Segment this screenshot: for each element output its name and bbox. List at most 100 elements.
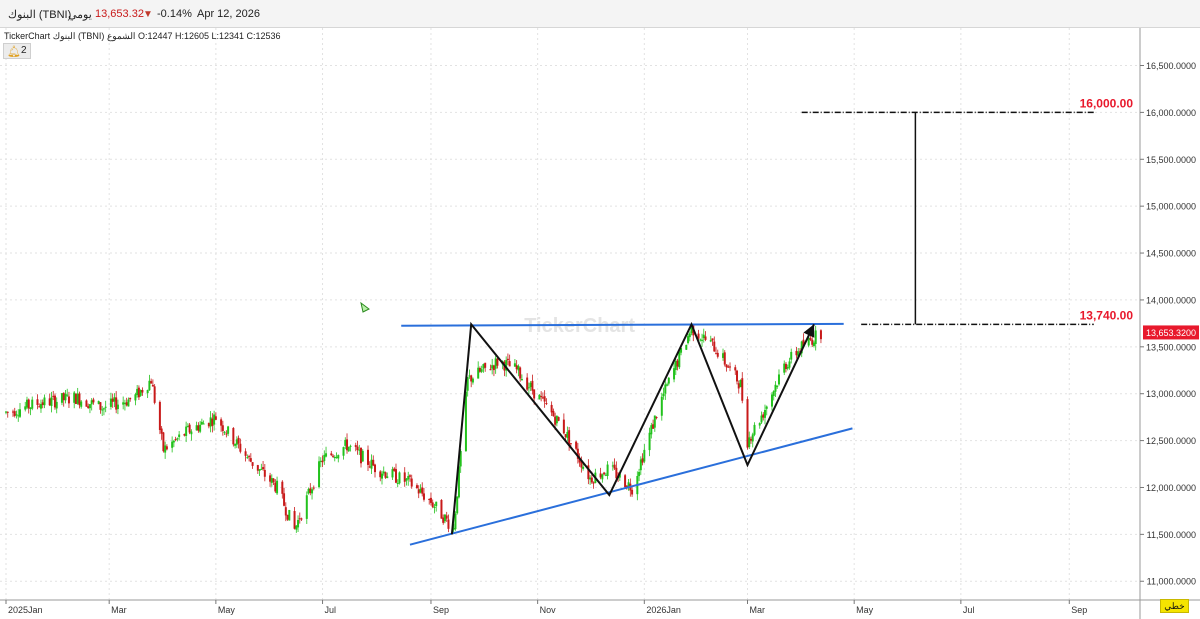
candle-body [601, 474, 604, 480]
candle-body [207, 423, 210, 427]
candle-body [520, 379, 523, 381]
candle-body [440, 499, 443, 519]
candle-body [67, 396, 70, 404]
candle-body [99, 402, 102, 410]
candle-body [31, 399, 34, 409]
candle-body [725, 364, 728, 368]
chart-style-button[interactable]: خطي [1160, 599, 1189, 613]
candle-body [188, 424, 191, 433]
x-tick-label: Nov [540, 605, 557, 615]
candle-body [321, 460, 324, 463]
candle-body [333, 456, 336, 459]
candle-body [666, 384, 669, 386]
candle-body [429, 497, 432, 503]
candle-body [431, 502, 434, 508]
candle-body [227, 426, 230, 434]
candle-body [80, 401, 83, 407]
candle-body [115, 397, 118, 410]
candle-body [421, 487, 424, 494]
candle-body [776, 385, 779, 387]
candlestick-chart[interactable]: TickerChart 16,000.0013,740.00 11,000.00… [0, 28, 1200, 619]
candle-body [330, 453, 333, 456]
candle-body [139, 389, 142, 396]
candle-body [569, 443, 572, 445]
candle-body [774, 384, 777, 392]
resistance-trendline [401, 322, 844, 327]
candle-body [709, 340, 712, 342]
candle-body [258, 469, 261, 471]
candle-body [631, 489, 634, 495]
candle-body [18, 409, 21, 417]
candle-body [15, 414, 18, 416]
candle-body [391, 469, 394, 478]
candle-body [384, 472, 387, 478]
period-label[interactable]: يومي [68, 8, 92, 21]
candle-body [566, 431, 569, 438]
candle-body [66, 394, 69, 396]
candle-body [172, 440, 175, 443]
x-tick-label: Jul [963, 605, 975, 615]
candle-body [526, 377, 529, 390]
candle-body [221, 425, 224, 432]
candle-body [715, 353, 718, 355]
candle-body [251, 462, 254, 466]
candle-body [97, 401, 100, 404]
chart-area[interactable]: TickerChart 16,000.00 13,740.00 11,000.00… [0, 28, 1200, 619]
candle-body [398, 472, 401, 484]
candle-body [685, 344, 688, 350]
candle-body [592, 482, 595, 484]
candle-body [13, 411, 16, 416]
candle-body [716, 352, 719, 357]
candle-body [272, 478, 275, 483]
candle-body [286, 514, 289, 520]
candle-body [137, 387, 140, 398]
candle-body [199, 424, 202, 432]
candle-body [349, 445, 352, 447]
candle-body [557, 417, 560, 421]
candle-body [281, 481, 284, 494]
candle-body [515, 365, 518, 370]
candle-body [220, 419, 223, 426]
candle-body [611, 465, 614, 467]
candle-body [650, 425, 653, 435]
date-label: Apr 12, 2026 [197, 8, 260, 20]
candle-body [232, 428, 235, 445]
candle-body [589, 477, 592, 480]
candle-body [494, 358, 497, 369]
x-tick-label: May [856, 605, 874, 615]
alerts-button[interactable]: 🔔︎ 2 [3, 43, 31, 59]
symbol-name[interactable]: البنوك (TBNI) [8, 8, 71, 21]
candle-body [456, 496, 459, 514]
candle-body [540, 396, 543, 398]
candle-body [545, 403, 548, 405]
candle-body [17, 415, 20, 417]
target-level-label: 13,740.00 [1080, 308, 1134, 322]
candle-body [396, 483, 399, 485]
candle-body [484, 362, 487, 368]
candle-body [164, 445, 167, 453]
candle-body [788, 361, 791, 368]
candle-body [673, 368, 676, 380]
candle-body [171, 441, 174, 448]
candle-body [445, 515, 448, 519]
candle-body [197, 425, 200, 431]
candle-body [687, 336, 690, 344]
chart-window: البنوك (TBNI) يومي 13,653.32 ▼ -0.14% Ap… [0, 0, 1200, 619]
candle-body [127, 399, 130, 407]
candle-body [319, 460, 322, 462]
candle-body [25, 399, 28, 408]
candle-body [344, 439, 347, 446]
candle-body [555, 415, 558, 424]
candle-body [312, 487, 315, 489]
candle-body [293, 511, 296, 529]
candle-body [809, 338, 812, 340]
candle-body [739, 380, 742, 388]
candle-body [309, 488, 312, 493]
x-tick-label: Sep [1071, 605, 1087, 615]
candle-body [24, 406, 27, 410]
candle-body [783, 363, 786, 373]
candle-body [393, 468, 396, 471]
x-tick-label: Mar [750, 605, 766, 615]
candle-body [513, 363, 516, 367]
candle-body [158, 401, 161, 430]
